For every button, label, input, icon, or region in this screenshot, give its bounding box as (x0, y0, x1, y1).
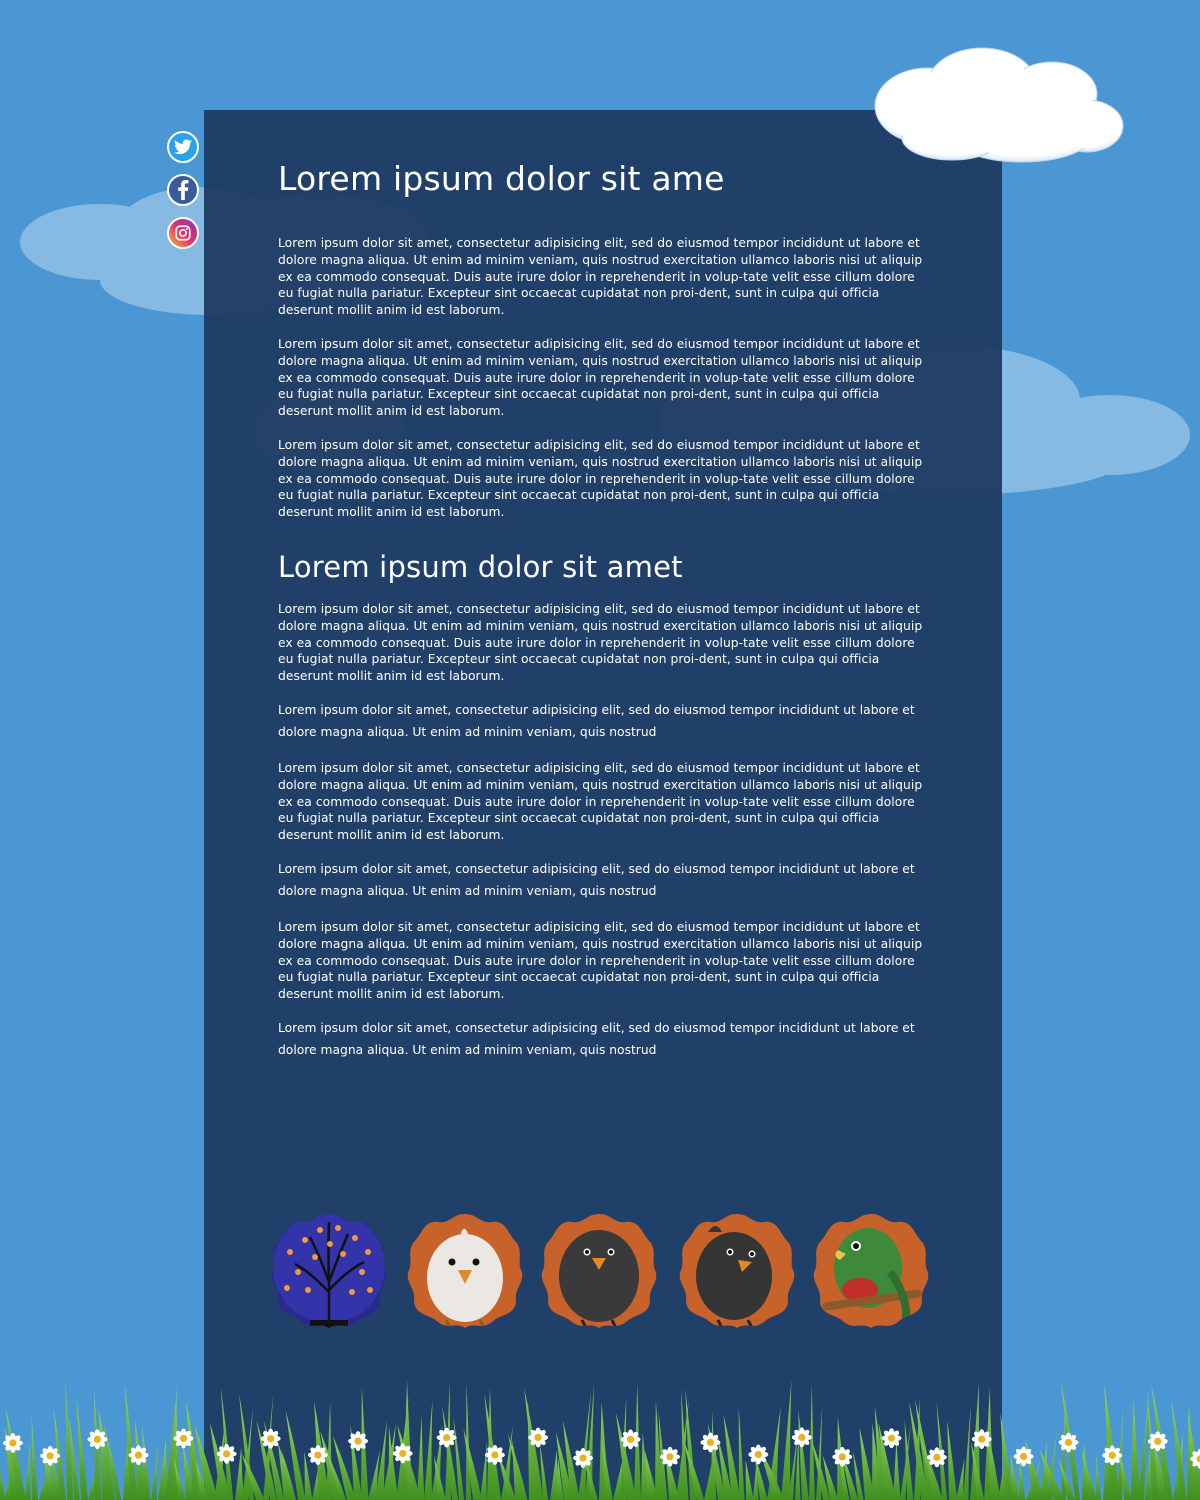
instagram-icon[interactable] (167, 217, 199, 249)
daisy-icon (620, 1429, 641, 1450)
grass-blade (781, 1380, 792, 1500)
grass-blade (963, 1403, 971, 1500)
daisy-icon (87, 1429, 108, 1450)
section-paragraph: Lorem ipsum dolor sit amet, consectetur … (278, 601, 923, 684)
white-chick-avatar[interactable] (406, 1212, 524, 1330)
section-paragraph: Lorem ipsum dolor sit amet, consectetur … (278, 919, 923, 1002)
intro-paragraph: Lorem ipsum dolor sit amet, consectetur … (278, 336, 923, 419)
daisy-icon (348, 1431, 369, 1452)
intro-paragraph: Lorem ipsum dolor sit amet, consectetur … (278, 236, 923, 318)
page-title: Lorem ipsum dolor sit ame (278, 159, 725, 198)
daisy-icon (660, 1446, 681, 1467)
twitter-icon[interactable] (167, 131, 199, 163)
daisy-icon (307, 1445, 328, 1466)
daisy-icon (128, 1445, 149, 1466)
section-short-paragraph: Lorem ipsum dolor sit amet, consectetur … (278, 702, 915, 739)
daisy-icon (484, 1444, 505, 1465)
tree-avatar[interactable] (270, 1212, 388, 1330)
daisy-icon (392, 1443, 413, 1464)
grass-blade (424, 1399, 433, 1500)
daisy-icon (260, 1428, 281, 1449)
daisy-icon (881, 1428, 902, 1449)
daisy-icon (1058, 1432, 1079, 1453)
daisy-icon (436, 1427, 457, 1448)
daisy-icon (791, 1427, 812, 1448)
grass-blade (480, 1441, 488, 1500)
grass-blade (151, 1441, 159, 1500)
grass-blade (1095, 1452, 1102, 1500)
section-short-paragraph: Lorem ipsum dolor sit amet, consectetur … (278, 861, 915, 898)
section-short-paragraph: Lorem ipsum dolor sit amet, consectetur … (278, 1020, 915, 1057)
social-links (167, 131, 203, 260)
daisy-icon (971, 1429, 992, 1450)
daisy-icon (2, 1432, 23, 1453)
black-chick-avatar[interactable] (540, 1212, 658, 1330)
daisy-icon (700, 1432, 721, 1453)
daisy-icon (216, 1443, 237, 1464)
daisy-icon (1147, 1431, 1168, 1452)
daisy-icon (1013, 1446, 1034, 1467)
daisy-icon (573, 1448, 594, 1469)
grass-blade (25, 1441, 31, 1500)
facebook-icon[interactable] (167, 174, 199, 206)
section-paragraph: Lorem ipsum dolor sit amet, consectetur … (278, 760, 923, 843)
grass-blade (1131, 1399, 1141, 1500)
grass-blade (893, 1439, 901, 1500)
grass-blade (1171, 1399, 1188, 1500)
grass-blade (31, 1415, 39, 1500)
grass-blade (738, 1407, 745, 1500)
grass-blade (745, 1459, 754, 1500)
green-parrot-avatar[interactable] (812, 1212, 930, 1330)
avatar-gallery (270, 1212, 934, 1334)
daisy-icon (528, 1427, 549, 1448)
grass-blade (956, 1458, 965, 1500)
grass-blade (809, 1384, 815, 1500)
article: Lorem ipsum dolor sit ame Lorem ipsum do… (278, 157, 934, 1061)
section-title: Lorem ipsum dolor sit amet (278, 549, 683, 584)
grass-footer (0, 1380, 1200, 1500)
black-bird-avatar[interactable] (678, 1212, 796, 1330)
daisy-icon (832, 1446, 853, 1467)
daisy-icon (748, 1444, 769, 1465)
daisy-icon (926, 1447, 947, 1468)
daisy-icon (173, 1428, 194, 1449)
cloud-top-right (874, 47, 1124, 163)
grass-blade (0, 1468, 6, 1500)
daisy-icon (1102, 1445, 1123, 1466)
grass-blade (76, 1398, 89, 1500)
daisy-icon (40, 1445, 61, 1466)
grass-blade (417, 1415, 425, 1500)
grass-blade (947, 1420, 958, 1500)
intro-paragraph: Lorem ipsum dolor sit amet, consectetur … (278, 437, 923, 520)
